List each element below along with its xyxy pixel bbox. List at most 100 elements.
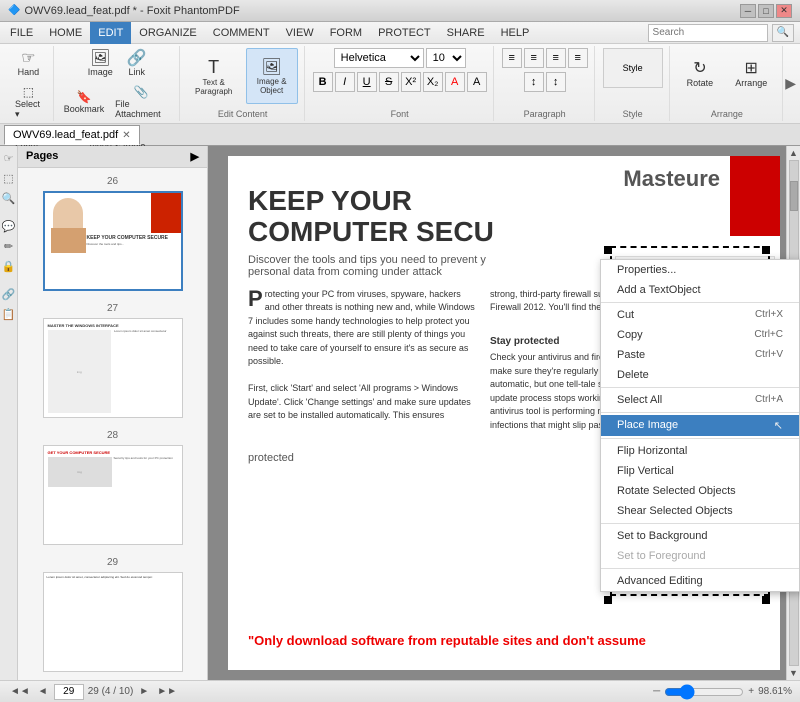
arrange-button[interactable]: ⊞ Arrange: [726, 48, 776, 98]
zoom-slider[interactable]: [664, 684, 744, 700]
page-thumb-26[interactable]: 26 KEEP YOUR COMPUTER SECURE Discover th…: [26, 176, 199, 291]
rotate-button[interactable]: ↻ Rotate: [678, 48, 723, 98]
last-page-button[interactable]: ►►: [155, 686, 179, 697]
ctx-cut[interactable]: Cut Ctrl+X: [601, 305, 799, 325]
page-preview-26[interactable]: KEEP YOUR COMPUTER SECURE Discover the t…: [43, 191, 183, 291]
close-button[interactable]: ✕: [776, 4, 792, 18]
page-preview-27[interactable]: MASTER THE WINDOWS INTERFACE img Lorem i…: [43, 318, 183, 418]
zoom-in-button[interactable]: +: [748, 686, 754, 697]
ctx-delete[interactable]: Delete: [601, 365, 799, 385]
ctx-select-all[interactable]: Select All Ctrl+A: [601, 390, 799, 410]
tab-label: OWV69.lead_feat.pdf: [13, 129, 118, 141]
menu-protect[interactable]: PROTECT: [370, 22, 439, 44]
form-tool-icon[interactable]: 📋: [1, 306, 17, 322]
page-thumb-28[interactable]: 28 GET YOUR COMPUTER SECURE img Security…: [26, 430, 199, 545]
scrollbar-thumb[interactable]: [790, 181, 798, 211]
align-center-button[interactable]: ≡: [524, 48, 544, 68]
menu-view[interactable]: VIEW: [278, 22, 322, 44]
toolbar-group-paragraph: ≡ ≡ ≡ ≡ ↕ ↕ Paragraph: [496, 46, 595, 121]
search-input[interactable]: [648, 24, 768, 42]
link-tool-icon[interactable]: 🔗: [1, 286, 17, 302]
menu-form[interactable]: FORM: [322, 22, 370, 44]
page-preview-29[interactable]: Lorem ipsum dolor sit amet, consectetur …: [43, 572, 183, 672]
bookmark-button[interactable]: 🔖 Bookmark: [62, 87, 106, 117]
line-spacing-button[interactable]: ↕: [524, 72, 544, 92]
search-button[interactable]: 🔍: [772, 24, 794, 42]
selection-handle-br[interactable]: [762, 596, 770, 604]
title-bar-controls[interactable]: ─ □ ✕: [740, 4, 792, 18]
ctx-set-background[interactable]: Set to Background: [601, 526, 799, 546]
align-left-button[interactable]: ≡: [502, 48, 522, 68]
menu-comment[interactable]: COMMENT: [205, 22, 278, 44]
ctx-add-textobject[interactable]: Add a TextObject: [601, 280, 799, 300]
main-content: Masteure KEEP YOUR COMPUTER SECU Discove…: [208, 146, 800, 680]
font-size-select[interactable]: 10: [426, 48, 466, 68]
prev-page-button[interactable]: ◄: [36, 686, 50, 697]
hand-label: Hand: [18, 67, 40, 77]
menu-edit[interactable]: EDIT: [90, 22, 131, 44]
scroll-down-button[interactable]: ▼: [789, 668, 798, 678]
panel-collapse-button[interactable]: ▶: [191, 150, 199, 163]
image-object-button[interactable]: 🖼 Image &Object: [246, 48, 298, 104]
tab-main-doc[interactable]: OWV69.lead_feat.pdf ✕: [4, 125, 140, 145]
page-number-input[interactable]: [54, 684, 84, 700]
maximize-button[interactable]: □: [758, 4, 774, 18]
align-right-button[interactable]: ≡: [546, 48, 566, 68]
ctx-copy[interactable]: Copy Ctrl+C: [601, 325, 799, 345]
subscript-button[interactable]: X₂: [423, 72, 443, 92]
zoom-tool-icon[interactable]: 🔍: [1, 190, 17, 206]
page-thumb-29[interactable]: 29 Lorem ipsum dolor sit amet, consectet…: [26, 557, 199, 672]
selection-handle-bl[interactable]: [604, 596, 612, 604]
ctx-place-image[interactable]: Place Image ↖: [601, 415, 799, 436]
underline-button[interactable]: U: [357, 72, 377, 92]
superscript-button[interactable]: X²: [401, 72, 421, 92]
ctx-sep-3: [601, 412, 799, 413]
font-color-button[interactable]: A: [445, 72, 465, 92]
minimize-button[interactable]: ─: [740, 4, 756, 18]
menu-organize[interactable]: ORGANIZE: [131, 22, 204, 44]
ctx-paste[interactable]: Paste Ctrl+V: [601, 345, 799, 365]
toolbar-scroll-right[interactable]: ▶: [785, 46, 796, 121]
select-tool-icon[interactable]: ⬚: [1, 170, 17, 186]
menu-help[interactable]: HELP: [493, 22, 538, 44]
text-paragraph-button[interactable]: T Text &Paragraph: [188, 48, 240, 104]
file-attach-button[interactable]: 📎 File Attachment: [110, 82, 173, 122]
stamp-tool-icon[interactable]: 🔒: [1, 258, 17, 274]
font-name-select[interactable]: Helvetica: [334, 48, 424, 68]
align-justify-button[interactable]: ≡: [568, 48, 588, 68]
ctx-properties[interactable]: Properties...: [601, 260, 799, 280]
first-page-button[interactable]: ◄◄: [8, 686, 32, 697]
next-page-button[interactable]: ►: [137, 686, 151, 697]
title-bar: 🔷 OWV69.lead_feat.pdf * - Foxit PhantomP…: [0, 0, 800, 22]
style-group-label: Style: [623, 109, 643, 119]
page-thumb-27[interactable]: 27 MASTER THE WINDOWS INTERFACE img Lore…: [26, 303, 199, 418]
bold-button[interactable]: B: [313, 72, 333, 92]
italic-button[interactable]: I: [335, 72, 355, 92]
page-preview-28[interactable]: GET YOUR COMPUTER SECURE img Security ti…: [43, 445, 183, 545]
menu-file[interactable]: FILE: [2, 22, 41, 44]
indent-button[interactable]: ↕: [546, 72, 566, 92]
menu-home[interactable]: HOME: [41, 22, 90, 44]
ctx-flip-horizontal[interactable]: Flip Horizontal: [601, 441, 799, 461]
ctx-set-foreground[interactable]: Set to Foreground: [601, 546, 799, 566]
hand-tool-button[interactable]: ☞ Hand: [13, 48, 45, 80]
zoom-out-button[interactable]: ─: [653, 686, 660, 697]
style-picker[interactable]: Style: [603, 48, 663, 88]
font-group-label: Font: [391, 109, 409, 119]
strikethrough-button[interactable]: S: [379, 72, 399, 92]
select-tool-button[interactable]: ⬚ Select ▾: [10, 82, 47, 123]
ctx-flip-vertical[interactable]: Flip Vertical: [601, 461, 799, 481]
scroll-up-button[interactable]: ▲: [789, 148, 798, 158]
highlight-tool-icon[interactable]: ✏: [1, 238, 17, 254]
comment-tool-icon[interactable]: 💬: [1, 218, 17, 234]
link-button[interactable]: 🔗 Link: [122, 48, 152, 80]
ctx-advanced-editing[interactable]: Advanced Editing: [601, 571, 799, 591]
image-insert-button[interactable]: 🖼 Image: [83, 48, 118, 80]
tab-close-button[interactable]: ✕: [122, 130, 130, 141]
hand-tool-icon[interactable]: ☞: [1, 150, 17, 166]
ctx-shear-selected[interactable]: Shear Selected Objects: [601, 501, 799, 521]
ctx-rotate-selected[interactable]: Rotate Selected Objects: [601, 481, 799, 501]
font-highlight-button[interactable]: A: [467, 72, 487, 92]
context-menu: Properties... Add a TextObject Cut Ctrl+…: [600, 259, 800, 592]
menu-share[interactable]: SHARE: [439, 22, 493, 44]
